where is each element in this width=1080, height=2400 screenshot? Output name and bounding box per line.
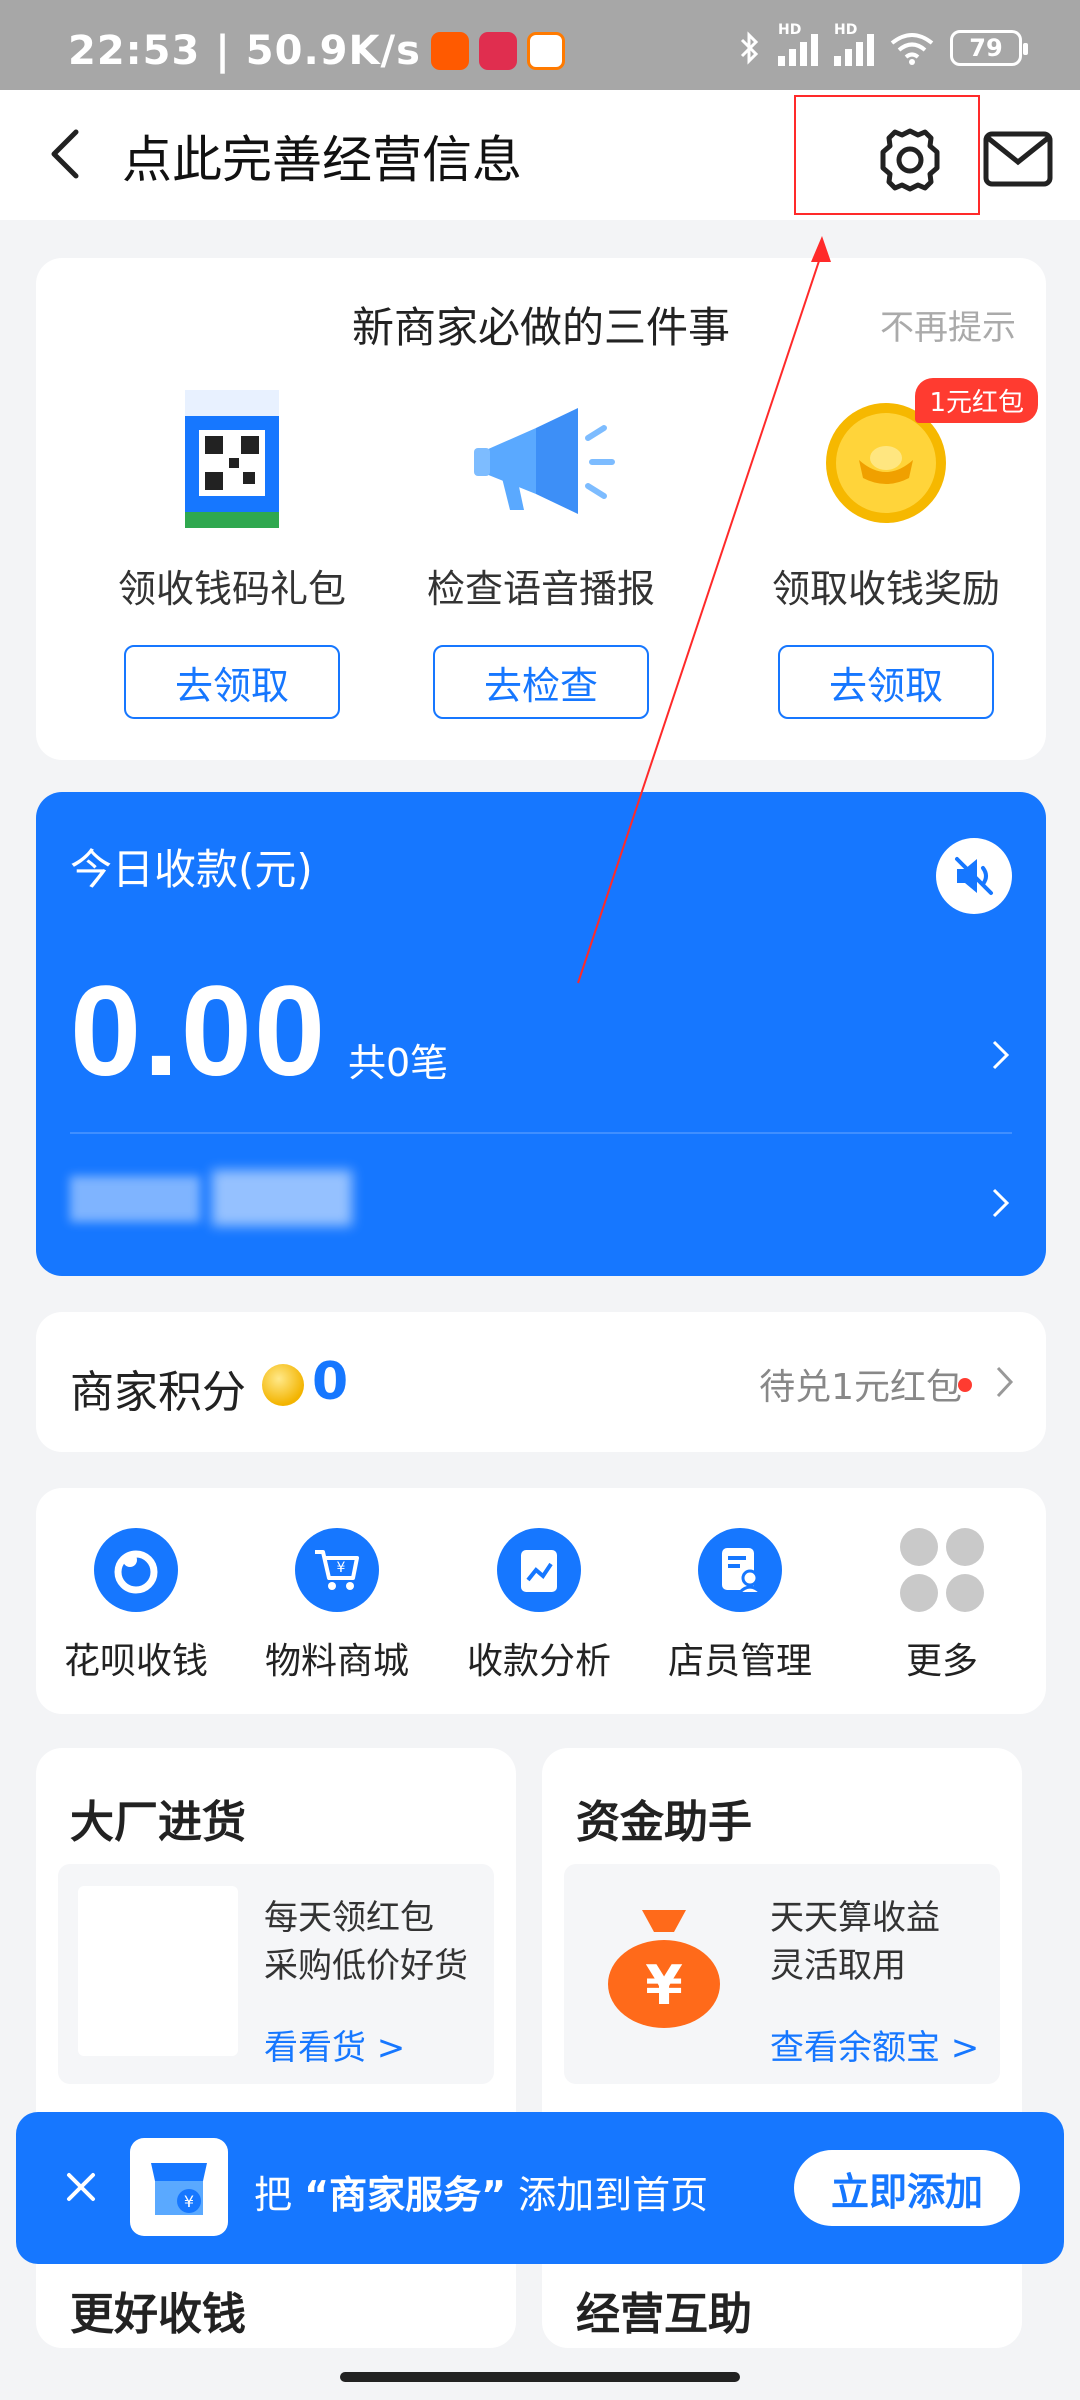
chevron-right-icon[interactable] <box>994 1364 1016 1400</box>
check-button[interactable]: 去检查 <box>433 645 649 719</box>
earnings-card[interactable]: 今日收款(元) 0.00 共0笔 <box>36 792 1046 1276</box>
back-icon[interactable] <box>38 124 98 184</box>
dismiss-link[interactable]: 不再提示 <box>880 300 1016 349</box>
notification-dot <box>958 1378 972 1392</box>
add-now-button[interactable]: 立即添加 <box>794 2150 1020 2226</box>
task-label: 领取收钱奖励 <box>771 567 1000 611</box>
banner-prefix: 把 <box>254 2173 293 2217</box>
wifi-icon <box>890 33 934 65</box>
banner-suffix: 添加到首页 <box>518 2173 709 2217</box>
earnings-label: 今日收款(元) <box>70 845 313 894</box>
mute-toggle[interactable] <box>936 838 1012 914</box>
promo-line-2: 灵活取用 <box>770 1946 906 1986</box>
browse-goods-link[interactable]: 看看货 > <box>264 2020 405 2069</box>
svg-text:¥: ¥ <box>184 2192 194 2211</box>
promo-panel[interactable]: ¥ 天天算收益 灵活取用 查看余额宝 > <box>564 1864 1000 2084</box>
signal-2-label: HD <box>834 22 858 38</box>
banner-text: 把 “商家服务” 添加到首页 <box>254 2164 708 2219</box>
add-to-home-banner: ¥ 把 “商家服务” 添加到首页 立即添加 <box>16 2112 1064 2264</box>
action-label: 收款分析 <box>466 1641 611 1682</box>
battery-level: 79 <box>969 34 1003 62</box>
task-label: 领收钱码礼包 <box>117 567 346 611</box>
action-label: 店员管理 <box>667 1641 812 1682</box>
action-material-mall[interactable]: ¥ 物料商城 <box>247 1528 427 1684</box>
megaphone-icon <box>474 398 615 528</box>
taobao-app-icon <box>430 32 469 70</box>
blurred-value <box>212 1170 352 1226</box>
onboarding-card: 新商家必做的三件事 不再提示 领收钱码礼包 去领取 检查语音播报 去检查 领取收… <box>36 258 1046 760</box>
action-staff-management[interactable]: 店员管理 <box>650 1528 830 1684</box>
task-item-voice-check: 检查语音播报 去检查 <box>391 398 691 719</box>
pinduoduo-app-icon <box>478 32 517 70</box>
signal-1-label: HD <box>778 22 802 38</box>
blurred-text <box>70 1176 200 1222</box>
status-left: 22:53 | 50.9K/s <box>68 28 565 74</box>
page-title[interactable]: 点此完善经营信息 <box>122 120 522 192</box>
action-label: 更多 <box>905 1641 978 1682</box>
cart-icon: ¥ <box>295 1528 379 1612</box>
task-item-qr-gift: 领收钱码礼包 去领取 <box>82 390 382 719</box>
chart-icon <box>497 1528 581 1612</box>
chevron-right-icon[interactable] <box>990 1186 1012 1220</box>
coin-icon <box>262 1364 304 1406</box>
divider <box>70 1132 1012 1134</box>
claim-reward-button[interactable]: 去领取 <box>778 645 994 719</box>
view-yuebao-link[interactable]: 查看余额宝 > <box>770 2020 979 2069</box>
task-label: 检查语音播报 <box>426 567 655 611</box>
claim-button[interactable]: 去领取 <box>124 645 340 719</box>
action-label: 花呗收钱 <box>63 1641 208 1682</box>
product-image <box>78 1886 238 2056</box>
chevron-right-icon[interactable] <box>990 1038 1012 1072</box>
promo-line-1: 每天领红包 <box>264 1898 434 1938</box>
bluetooth-icon <box>740 31 759 65</box>
signal-icon-1: HD <box>778 22 818 66</box>
quick-actions: 花呗收钱 ¥ 物料商城 收款分析 店员管理 更多 <box>36 1488 1046 1714</box>
status-bar: 22:53 | 50.9K/s HD HD 79 <box>0 0 1080 90</box>
money-bag-icon: ¥ <box>608 1910 720 2028</box>
close-icon[interactable] <box>56 2162 106 2212</box>
promo-line-2: 采购低价好货 <box>264 1946 468 1986</box>
card-title-secondary: 经营互助 <box>576 2289 752 2340</box>
orange-app-icon <box>526 32 565 70</box>
transaction-count: 共0笔 <box>348 1041 449 1085</box>
merchant-service-logo: ¥ <box>130 2138 228 2236</box>
status-right: HD HD 79 <box>738 22 1028 66</box>
speaker-muted-icon <box>955 857 993 895</box>
huabei-icon <box>94 1528 178 1612</box>
card-title-secondary: 更好收钱 <box>70 2289 246 2340</box>
points-label: 商家积分 <box>70 1367 246 1418</box>
promo-panel[interactable]: 每天领红包 采购低价好货 看看货 > <box>58 1864 494 2084</box>
action-payment-analysis[interactable]: 收款分析 <box>449 1528 629 1684</box>
card-title: 资金助手 <box>576 1797 752 1848</box>
card-title: 大厂进货 <box>70 1797 246 1848</box>
status-time-speed: 22:53 | 50.9K/s <box>68 28 421 74</box>
svg-text:¥: ¥ <box>645 1954 683 2017</box>
pending-red-packet-note: 待兑1元红包 <box>759 1367 962 1408</box>
merchant-points-row[interactable]: 商家积分 0 待兑1元红包 <box>36 1312 1046 1452</box>
signal-icon-2: HD <box>834 22 874 66</box>
qr-stand-icon <box>167 390 297 528</box>
battery-icon: 79 <box>950 30 1028 66</box>
action-label: 物料商城 <box>264 1641 409 1682</box>
mail-icon[interactable] <box>982 128 1054 190</box>
annotation-highlight-box <box>794 95 980 215</box>
banner-highlight: “商家服务” <box>304 2173 507 2217</box>
action-more[interactable]: 更多 <box>852 1528 1032 1684</box>
more-icon <box>900 1528 984 1612</box>
points-value: 0 <box>312 1352 349 1412</box>
red-packet-badge: 1元红包 <box>915 378 1038 423</box>
staff-icon <box>698 1528 782 1612</box>
action-huabei[interactable]: 花呗收钱 <box>46 1528 226 1684</box>
svg-text:¥: ¥ <box>337 1560 346 1576</box>
earnings-amount: 0.00 <box>70 960 328 1103</box>
promo-line-1: 天天算收益 <box>770 1898 940 1938</box>
home-indicator[interactable] <box>340 2372 740 2382</box>
task-item-reward: 领取收钱奖励 去领取 <box>736 398 1036 719</box>
